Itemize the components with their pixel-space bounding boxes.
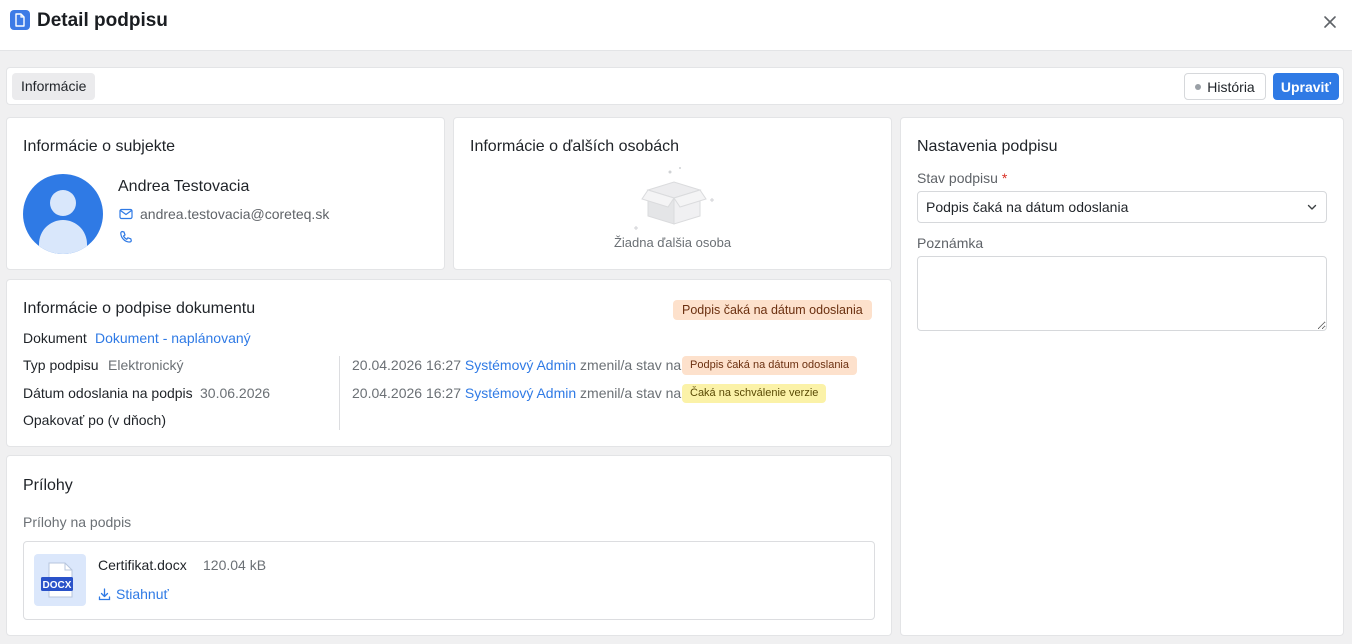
history-timestamp: 20.04.2026 16:27 bbox=[352, 385, 461, 401]
close-icon[interactable] bbox=[1320, 12, 1340, 32]
edit-button[interactable]: Upraviť bbox=[1273, 73, 1339, 100]
history-button[interactable]: História bbox=[1184, 73, 1266, 100]
attachments-card: Prílohy Prílohy na podpis DOCX Certifika… bbox=[6, 455, 892, 636]
download-label: Stiahnuť bbox=[116, 586, 169, 602]
subject-card: Informácie o subjekte Andrea Testovacia … bbox=[6, 117, 445, 270]
history-status-badge: Čaká na schválenie verzie bbox=[682, 384, 827, 403]
subject-card-title: Informácie o subjekte bbox=[23, 138, 176, 155]
history-user-link[interactable]: Systémový Admin bbox=[465, 385, 576, 401]
history-entry: 20.04.2026 16:27 Systémový Admin zmenil/… bbox=[352, 384, 681, 402]
history-action: zmenil/a stav na bbox=[580, 357, 682, 373]
subject-name: Andrea Testovacia bbox=[118, 178, 250, 195]
other-persons-title: Informácie o ďalších osobách bbox=[470, 138, 680, 155]
status-dot-icon bbox=[1195, 83, 1202, 90]
signature-type-value: Elektronický bbox=[108, 357, 184, 373]
history-user-link[interactable]: Systémový Admin bbox=[465, 357, 576, 373]
subject-email-text: andrea.testovacia@coreteq.sk bbox=[140, 206, 330, 222]
signature-type-label: Typ podpisu bbox=[23, 357, 99, 373]
status-badge: Podpis čaká na dátum odoslania bbox=[673, 300, 872, 320]
status-select[interactable]: Podpis čaká na dátum odoslania bbox=[917, 191, 1327, 223]
avatar-head-icon bbox=[50, 190, 76, 216]
send-date-label: Dátum odoslania na podpis bbox=[23, 385, 193, 401]
modal-header: Detail podpisu bbox=[0, 0, 1352, 51]
download-link[interactable]: Stiahnuť bbox=[98, 585, 169, 603]
empty-box-icon bbox=[630, 164, 720, 234]
avatar bbox=[23, 174, 103, 254]
mail-icon bbox=[119, 208, 133, 220]
signature-info-card: Informácie o podpise dokumentu Podpis ča… bbox=[6, 279, 892, 447]
send-date-value: 30.06.2026 bbox=[200, 385, 271, 401]
document-link[interactable]: Dokument - naplánovaný bbox=[95, 329, 251, 347]
required-mark: * bbox=[1001, 170, 1008, 186]
download-icon bbox=[98, 587, 111, 600]
document-label: Dokument bbox=[23, 330, 87, 346]
attachments-title: Prílohy bbox=[23, 477, 73, 494]
signature-settings-card: Nastavenia podpisu Stav podpisu * Podpis… bbox=[900, 117, 1344, 636]
other-persons-card: Informácie o ďalších osobách Žiadna ďalš… bbox=[453, 117, 892, 270]
status-field-label: Stav podpisu * bbox=[917, 170, 1008, 186]
settings-title: Nastavenia podpisu bbox=[917, 138, 1058, 155]
signature-info-title: Informácie o podpise dokumentu bbox=[23, 300, 256, 317]
repeat-label: Opakovať po (v dňoch) bbox=[23, 412, 166, 428]
history-button-label: História bbox=[1207, 78, 1255, 95]
history-timestamp: 20.04.2026 16:27 bbox=[352, 357, 461, 373]
file-name: Certifikat.docx bbox=[98, 557, 187, 573]
note-field-label: Poznámka bbox=[917, 235, 984, 251]
tab-bar: Informácie História Upraviť bbox=[6, 67, 1344, 105]
file-type-label: DOCX bbox=[43, 580, 72, 591]
page-title: Detail podpisu bbox=[37, 10, 168, 31]
file-size: 120.04 kB bbox=[203, 557, 267, 573]
history-action: zmenil/a stav na bbox=[580, 385, 682, 401]
history-divider bbox=[339, 356, 340, 430]
phone-icon[interactable] bbox=[119, 230, 133, 247]
tab-informacie[interactable]: Informácie bbox=[12, 73, 96, 100]
empty-state-text: Žiadna ďalšia osoba bbox=[613, 235, 732, 250]
note-textarea[interactable] bbox=[917, 256, 1327, 331]
document-icon bbox=[10, 10, 30, 30]
history-status-badge: Podpis čaká na dátum odoslania bbox=[682, 356, 857, 375]
avatar-body-icon bbox=[39, 220, 87, 254]
attachments-subtitle: Prílohy na podpis bbox=[23, 514, 132, 530]
chevron-down-icon bbox=[1307, 204, 1317, 210]
status-select-value: Podpis čaká na dátum odoslania bbox=[926, 199, 1129, 215]
subject-email[interactable]: andrea.testovacia@coreteq.sk bbox=[119, 205, 329, 223]
docx-file-icon: DOCX bbox=[34, 554, 86, 606]
file-item: DOCX Certifikat.docx 120.04 kB Stiahnuť bbox=[23, 541, 875, 620]
history-entry: 20.04.2026 16:27 Systémový Admin zmenil/… bbox=[352, 356, 681, 374]
